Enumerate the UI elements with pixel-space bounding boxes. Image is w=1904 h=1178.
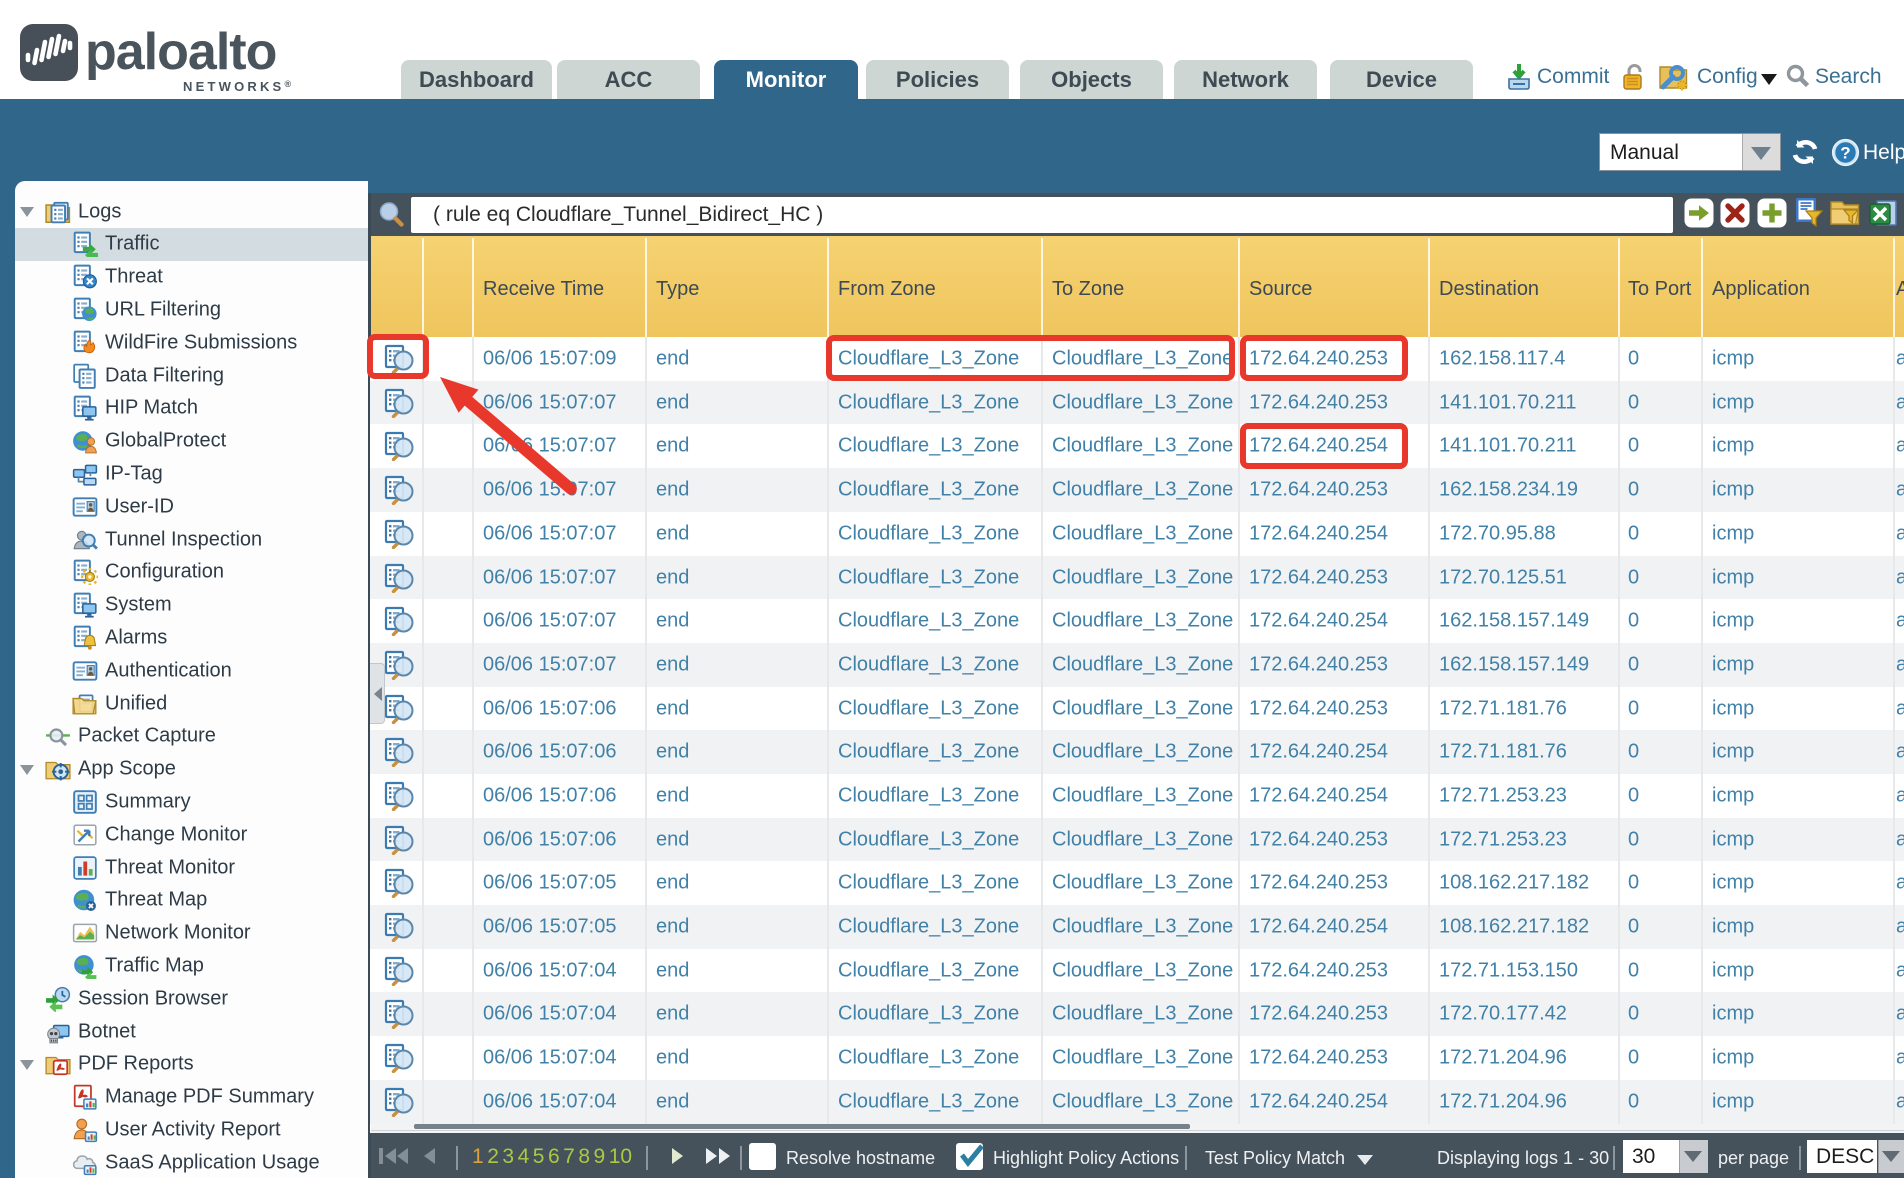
svg-text:?: ? bbox=[1840, 144, 1850, 163]
